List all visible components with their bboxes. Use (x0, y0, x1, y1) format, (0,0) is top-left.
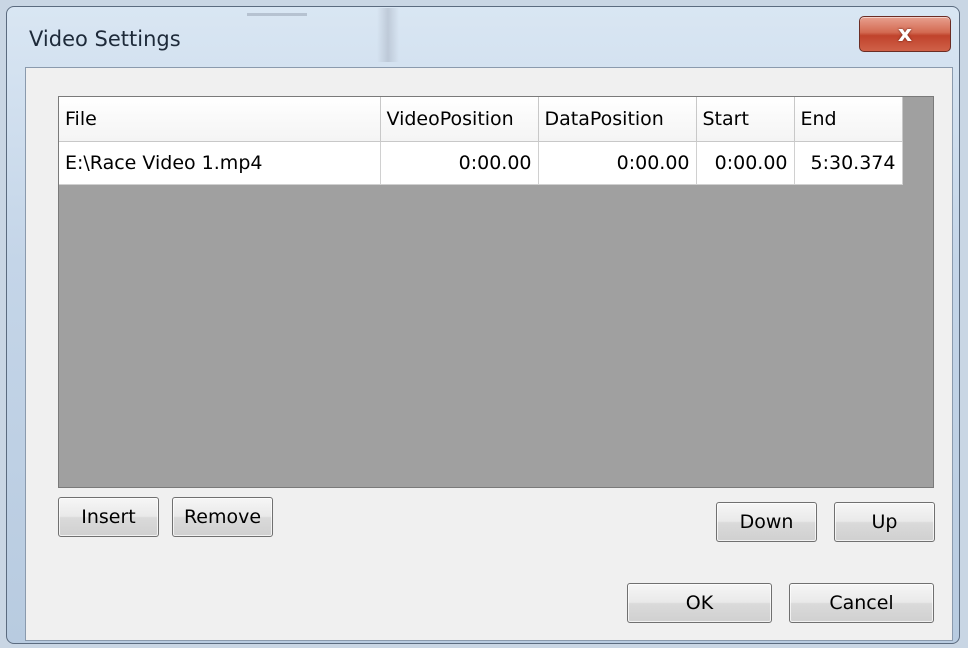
remove-button[interactable]: Remove (172, 497, 273, 537)
up-button[interactable]: Up (834, 502, 935, 542)
cell-video-position[interactable]: 0:00.00 (380, 141, 539, 185)
cancel-button[interactable]: Cancel (789, 583, 934, 623)
window-title: Video Settings (29, 27, 181, 51)
grid-header-row: File VideoPosition DataPosition Start En… (59, 97, 903, 142)
column-header-end[interactable]: End (794, 97, 903, 142)
column-header-file[interactable]: File (59, 97, 381, 142)
dialog-client-area: File VideoPosition DataPosition Start En… (25, 67, 953, 641)
cell-file[interactable]: E:\Race Video 1.mp4 (59, 141, 381, 185)
close-icon: x (897, 21, 913, 47)
down-button[interactable]: Down (716, 502, 817, 542)
video-files-grid[interactable]: File VideoPosition DataPosition Start En… (58, 96, 934, 488)
glass-reflection (377, 8, 399, 62)
column-header-data-position[interactable]: DataPosition (538, 97, 697, 142)
cell-start[interactable]: 0:00.00 (696, 141, 795, 185)
ok-button[interactable]: OK (627, 583, 772, 623)
glass-reflection-line (247, 13, 307, 16)
table-row[interactable]: E:\Race Video 1.mp4 0:00.00 0:00.00 0:00… (59, 141, 903, 185)
insert-button[interactable]: Insert (58, 497, 159, 537)
video-settings-window: Video Settings x File VideoPosition Data… (6, 6, 960, 644)
column-header-start[interactable]: Start (696, 97, 795, 142)
video-files-table: File VideoPosition DataPosition Start En… (59, 97, 903, 185)
cell-data-position[interactable]: 0:00.00 (538, 141, 697, 185)
cell-end[interactable]: 5:30.374 (794, 141, 903, 185)
column-header-video-position[interactable]: VideoPosition (380, 97, 539, 142)
close-button[interactable]: x (859, 16, 951, 52)
